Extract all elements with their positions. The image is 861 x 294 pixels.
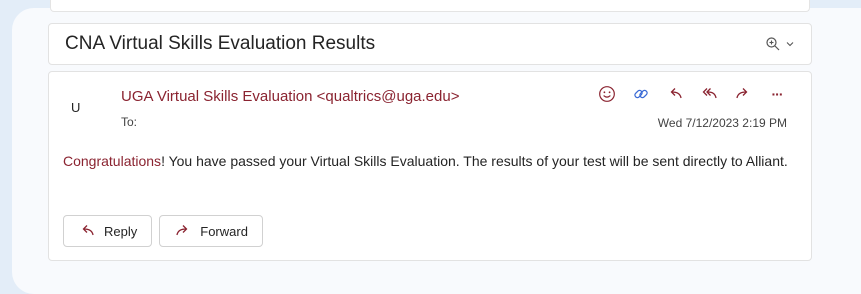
reply-icon: [670, 88, 682, 99]
more-button[interactable]: ···: [767, 84, 787, 104]
loop-button[interactable]: [631, 84, 651, 104]
email-date: Wed 7/12/2023 2:19 PM: [657, 116, 787, 130]
loop-icon: [634, 89, 648, 99]
subject-bar: CNA Virtual Skills Evaluation Results: [48, 23, 812, 65]
reply-all-action[interactable]: [699, 84, 719, 104]
avatar: U: [71, 100, 81, 115]
reply-action[interactable]: [665, 84, 685, 104]
forward-action[interactable]: [733, 84, 753, 104]
emoji-icon: [599, 86, 615, 102]
sender-name[interactable]: UGA Virtual Skills Evaluation <qualtrics…: [121, 88, 459, 105]
forward-label: Forward: [200, 223, 248, 239]
emoji-button[interactable]: [597, 84, 617, 104]
reply-icon: [82, 225, 94, 236]
message-actions: ···: [597, 84, 787, 104]
email-subject: CNA Virtual Skills Evaluation Results: [65, 33, 376, 54]
previous-panel-edge: [50, 0, 810, 12]
forward-button[interactable]: Forward: [159, 215, 263, 247]
reply-button[interactable]: Reply: [63, 215, 153, 247]
forward-icon: [736, 88, 748, 99]
chevron-down-icon: [786, 42, 794, 47]
forward-icon: [176, 225, 188, 236]
to-label: To:: [121, 115, 138, 129]
zoom-button[interactable]: [765, 36, 795, 52]
message-card: U UGA Virtual Skills Evaluation <qualtri…: [48, 71, 812, 261]
reply-buttons: Reply Forward: [63, 215, 263, 247]
body-highlight: Congratulations: [63, 153, 162, 169]
email-body: Congratulations! You have passed your Vi…: [63, 152, 793, 171]
more-icon: ···: [771, 86, 784, 102]
zoom-in-icon: [766, 37, 780, 51]
reply-label: Reply: [104, 223, 138, 239]
reply-all-icon: [702, 88, 717, 99]
body-text: ! You have passed your Virtual Skills Ev…: [161, 153, 788, 169]
